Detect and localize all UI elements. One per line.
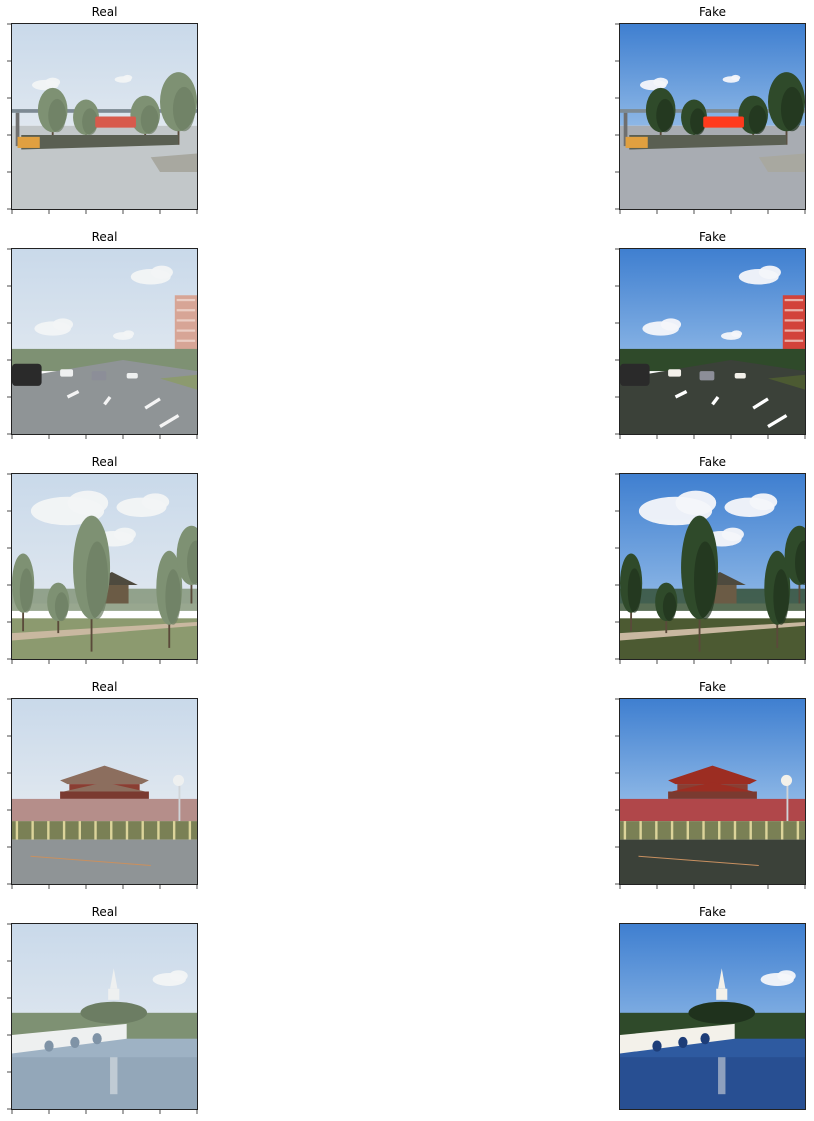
image-panel-fake: Fake [615, 230, 806, 439]
axis-ticks [7, 923, 198, 1114]
axis-ticks [615, 698, 806, 889]
image-frame [619, 923, 806, 1110]
image-panel-real: Real [7, 455, 198, 664]
panel-title: Real [91, 905, 118, 919]
image-panel-real: Real [7, 5, 198, 214]
panel-title: Fake [698, 455, 727, 469]
image-panel-real: Real [7, 680, 198, 889]
image-panel-real: Real [7, 905, 198, 1114]
axis-ticks [615, 248, 806, 439]
axis-ticks [7, 248, 198, 439]
panel-title: Real [91, 680, 118, 694]
axis-ticks [615, 473, 806, 664]
axis-ticks [7, 23, 198, 214]
image-panel-fake: Fake [619, 905, 806, 1110]
image-panel-fake: Fake [615, 455, 806, 664]
image-panel-fake: Fake [615, 5, 806, 214]
panel-title: Fake [698, 5, 727, 19]
image-panel-fake: Fake [615, 680, 806, 889]
axis-ticks [7, 698, 198, 889]
panel-title: Real [91, 230, 118, 244]
panel-title: Real [91, 5, 118, 19]
axis-ticks [615, 23, 806, 214]
panel-title: Fake [698, 230, 727, 244]
axis-ticks [7, 473, 198, 664]
beihai-bridge-fake-image [620, 924, 805, 1109]
panel-title: Real [91, 455, 118, 469]
panel-title: Fake [698, 905, 727, 919]
panel-title: Fake [698, 680, 727, 694]
image-panel-real: Real [7, 230, 198, 439]
